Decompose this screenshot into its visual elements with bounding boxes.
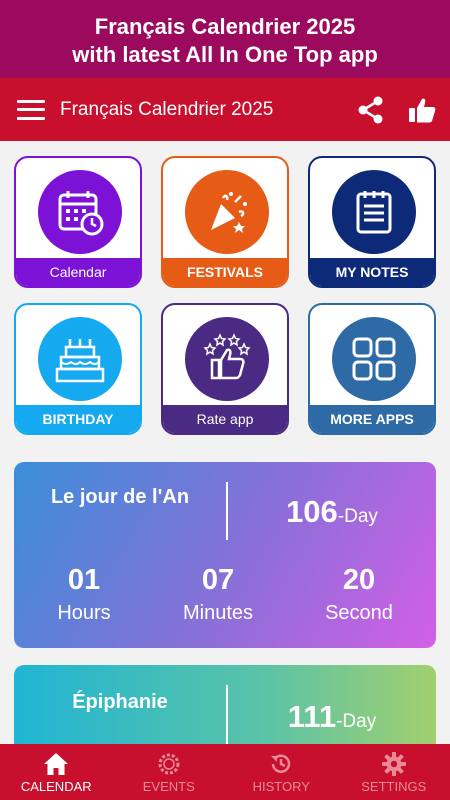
- seconds-label: Second: [325, 602, 393, 624]
- wreath-icon: [158, 753, 180, 774]
- share-icon[interactable]: [356, 95, 386, 125]
- minutes-block: 07 Minutes: [148, 562, 288, 628]
- more-apps-tile-label: MORE APPS: [310, 405, 434, 433]
- nav-events-label: EVENTS: [142, 778, 195, 794]
- event-name: Le jour de l'An: [50, 486, 190, 508]
- days-count: 106: [286, 494, 338, 529]
- nav-settings-label: SETTINGS: [361, 778, 427, 794]
- calendar-tile[interactable]: Calendar: [14, 156, 142, 288]
- nav-history-label: HISTORY: [252, 778, 310, 794]
- home-icon: [44, 752, 69, 775]
- days-count: 111: [287, 699, 337, 734]
- days-remaining: 106-Day: [228, 494, 436, 530]
- days-unit: -Day: [337, 506, 378, 527]
- banner-line-2: with latest All In One Top app: [72, 42, 378, 67]
- banner-line-1: Français Calendrier 2025: [94, 14, 356, 39]
- seconds-block: 20 Second: [289, 562, 429, 628]
- nav-settings[interactable]: SETTINGS: [338, 744, 450, 800]
- nav-calendar[interactable]: CALENDAR: [0, 744, 113, 800]
- party-popper-icon: [185, 170, 269, 254]
- nav-history[interactable]: HISTORY: [225, 744, 338, 800]
- hours-label: Hours: [57, 602, 111, 624]
- rate-app-tile[interactable]: Rate app: [161, 303, 289, 435]
- my-notes-tile[interactable]: MY NOTES: [308, 156, 436, 288]
- app-bar-title: Français Calendrier 2025: [60, 98, 274, 120]
- event-name: Épiphanie: [72, 691, 168, 713]
- minutes-value: 07: [201, 564, 235, 596]
- birthday-cake-icon: [38, 317, 122, 401]
- festivals-tile[interactable]: FESTIVALS: [161, 156, 289, 288]
- days-unit: -Day: [336, 711, 377, 732]
- birthday-tile-label: BIRTHDAY: [16, 405, 140, 433]
- minutes-label: Minutes: [182, 602, 254, 624]
- hours-value: 01: [67, 564, 101, 596]
- rate-app-tile-label: Rate app: [163, 405, 287, 433]
- my-notes-tile-label: MY NOTES: [310, 258, 434, 286]
- promo-banner: Français Calendrier 2025 with latest All…: [0, 0, 450, 78]
- countdown-card[interactable]: Le jour de l'An 106-Day 01 Hours 07 Minu…: [14, 462, 436, 648]
- thumbs-up-icon[interactable]: [408, 96, 436, 124]
- notes-icon: [332, 170, 416, 254]
- calendar-tile-label: Calendar: [16, 258, 140, 286]
- bottom-navigation: CALENDAR EVENTS HISTORY SETTINGS: [0, 744, 450, 800]
- festivals-tile-label: FESTIVALS: [163, 258, 287, 286]
- seconds-value: 20: [342, 564, 376, 596]
- grid-apps-icon: [332, 317, 416, 401]
- history-icon: [271, 754, 291, 773]
- birthday-tile[interactable]: BIRTHDAY: [14, 303, 142, 435]
- nav-events[interactable]: EVENTS: [113, 744, 226, 800]
- more-apps-tile[interactable]: MORE APPS: [308, 303, 436, 435]
- calendar-icon: [38, 170, 122, 254]
- hamburger-menu-icon[interactable]: [17, 99, 45, 120]
- app-bar: Français Calendrier 2025: [0, 78, 450, 141]
- nav-calendar-label: CALENDAR: [20, 778, 92, 794]
- days-remaining: 111-Day: [228, 699, 436, 735]
- rate-thumbs-up-icon: [185, 317, 269, 401]
- gear-icon: [381, 751, 406, 776]
- hours-block: 01 Hours: [14, 562, 154, 628]
